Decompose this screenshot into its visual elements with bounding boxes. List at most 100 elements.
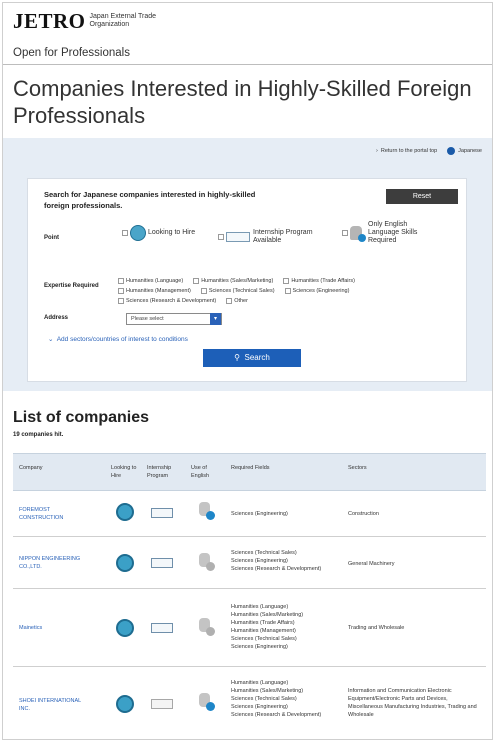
return-portal-label: Return to the portal top (380, 148, 438, 154)
point-looking-option[interactable]: Looking to Hire (122, 225, 214, 241)
return-arrow-icon: › (376, 148, 378, 154)
field-item: Humanities (Trade Affairs) (231, 620, 295, 626)
logo-sub-line1: Japan External Trade (89, 13, 157, 20)
hand-badge (206, 627, 215, 636)
point-internship-option[interactable]: Internship Program Available (218, 229, 338, 245)
col-internship: Internship Program (147, 465, 172, 479)
field-item: Humanities (Sales/Marketing) (231, 688, 304, 694)
field-item: Humanities (Sales/Marketing) (231, 612, 304, 618)
point-looking-label: Looking to Hire (148, 229, 196, 236)
add-sectors-label: Add sectors/countries of interest to con… (56, 336, 188, 343)
field-item: Humanities (Language) (231, 680, 289, 686)
expertise-checkbox[interactable] (118, 288, 124, 294)
field-item: Sciences (Engineering) (231, 644, 288, 650)
company-link[interactable]: Mainetics (19, 624, 89, 632)
looking-to-hire-icon (116, 619, 134, 637)
address-select[interactable]: Please select ▾ (126, 313, 222, 325)
company-link[interactable]: NIPPON ENGINEERING CO.,LTD. (19, 555, 89, 571)
looking-to-hire-icon (116, 695, 134, 713)
search-icon: ⚲ (234, 353, 243, 362)
sectors-cell: Trading and Wholesale (348, 625, 405, 631)
address-label: Address (44, 315, 69, 321)
expertise-checkbox[interactable] (226, 298, 233, 304)
language-label: Japanese (458, 148, 482, 154)
internship-icon (226, 232, 250, 242)
table-row: SHOEI INTERNATIONAL INC. Humanities (Lan… (13, 667, 486, 739)
expertise-label-text: Sciences (Technical Sales) (208, 288, 275, 294)
looking-to-hire-icon (116, 503, 134, 521)
col-english: Use of English (191, 465, 210, 479)
chevron-down-icon: ⌄ (48, 336, 56, 343)
field-item: Humanities (Language) (231, 604, 289, 610)
search-description: Search for Japanese companies interested… (44, 190, 256, 210)
sectors-cell: Construction (348, 511, 379, 517)
expertise-checkbox[interactable] (200, 288, 207, 294)
expertise-label-text: Humanities (Sales/Marketing) (201, 278, 274, 284)
point-looking-checkbox[interactable] (122, 230, 128, 236)
sectors-cell: Information and Communication Electronic… (348, 688, 477, 718)
reset-button[interactable]: Reset (386, 189, 458, 204)
expertise-checkbox[interactable] (193, 278, 200, 284)
field-item: Sciences (Technical Sales) (231, 696, 297, 702)
english-hand-icon (199, 553, 215, 571)
logo-sub-line2: Organization (89, 21, 130, 28)
expertise-checkbox[interactable] (283, 278, 290, 284)
field-item: Sciences (Technical Sales) (231, 636, 297, 642)
return-portal-link[interactable]: › Return to the portal top (376, 148, 437, 154)
chevron-down-icon: ▾ (210, 313, 221, 325)
hand-badge (206, 562, 215, 571)
sectors-cell: General Machinery (348, 561, 395, 567)
required-fields: Sciences (Technical Sales) Sciences (Eng… (231, 549, 341, 573)
point-english-option[interactable]: Only English Language Skills Required (342, 221, 462, 245)
expertise-label-text: Humanities (Management) (126, 288, 191, 294)
col-company: Company (19, 465, 43, 471)
expertise-option[interactable]: Sciences (Engineering) (284, 288, 350, 294)
logo-subtitle: Japan External Trade Organization (90, 13, 157, 29)
expertise-option[interactable]: Humanities (Language) (118, 278, 183, 284)
company-link[interactable]: FOREMOST CONSTRUCTION (19, 506, 89, 522)
point-english-label: Only English Language Skills Required (368, 221, 418, 244)
expertise-label-text: Sciences (Engineering) (292, 288, 350, 294)
expertise-label-text: Humanities (Language) (126, 278, 184, 284)
list-title: List of companies (13, 409, 150, 426)
expertise-option[interactable]: Other (226, 298, 248, 304)
expertise-checkbox[interactable] (118, 278, 124, 284)
required-fields: Humanities (Language) Humanities (Sales/… (231, 679, 341, 719)
col-looking: Looking to Hire (111, 465, 137, 479)
expertise-option[interactable]: Humanities (Trade Affairs) (283, 278, 355, 284)
table-header: Company Looking to Hire Internship Progr… (13, 453, 486, 491)
col-sectors: Sectors (348, 465, 367, 471)
english-hand-icon (199, 502, 215, 520)
expertise-option[interactable]: Humanities (Sales/Marketing) (193, 278, 273, 284)
internship-icon (151, 623, 173, 633)
point-english-checkbox[interactable] (342, 230, 348, 236)
language-link[interactable]: Japanese (447, 147, 482, 155)
hand-badge (206, 702, 215, 711)
internship-icon (151, 558, 173, 568)
field-item: Sciences (Research & Development) (231, 712, 322, 718)
required-fields: Sciences (Engineering) (231, 510, 341, 518)
looking-to-hire-icon (116, 554, 134, 572)
field-item: Sciences (Engineering) (231, 511, 288, 517)
expertise-checkbox[interactable] (284, 288, 291, 294)
expertise-option[interactable]: Sciences (Research & Development) (118, 298, 216, 304)
expertise-label: Expertise Required (44, 283, 99, 289)
field-item: Sciences (Technical Sales) (231, 550, 297, 556)
table-row: Mainetics Humanities (Language) Humaniti… (13, 589, 486, 667)
expertise-option[interactable]: Humanities (Management) (118, 288, 191, 294)
search-button-label: Search (244, 353, 270, 362)
add-sectors-link[interactable]: ⌄ Add sectors/countries of interest to c… (48, 335, 188, 343)
section-name[interactable]: Open for Professionals (13, 47, 130, 59)
search-button[interactable]: ⚲ Search (203, 349, 301, 367)
table-row: FOREMOST CONSTRUCTION Sciences (Engineer… (13, 491, 486, 537)
col-fields: Required Fields (231, 465, 270, 471)
search-area: › Return to the portal top Japanese Sear… (3, 138, 492, 391)
field-item: Humanities (Management) (231, 628, 296, 634)
point-internship-checkbox[interactable] (218, 234, 224, 240)
expertise-checkbox[interactable] (118, 298, 124, 304)
english-hand-icon (350, 226, 366, 242)
company-link[interactable]: SHOEI INTERNATIONAL INC. (19, 697, 89, 713)
jetro-logo[interactable]: JETRO Japan External Trade Organization (13, 11, 157, 32)
point-internship-label: Internship Program Available (253, 229, 313, 244)
expertise-option[interactable]: Sciences (Technical Sales) (200, 288, 275, 294)
